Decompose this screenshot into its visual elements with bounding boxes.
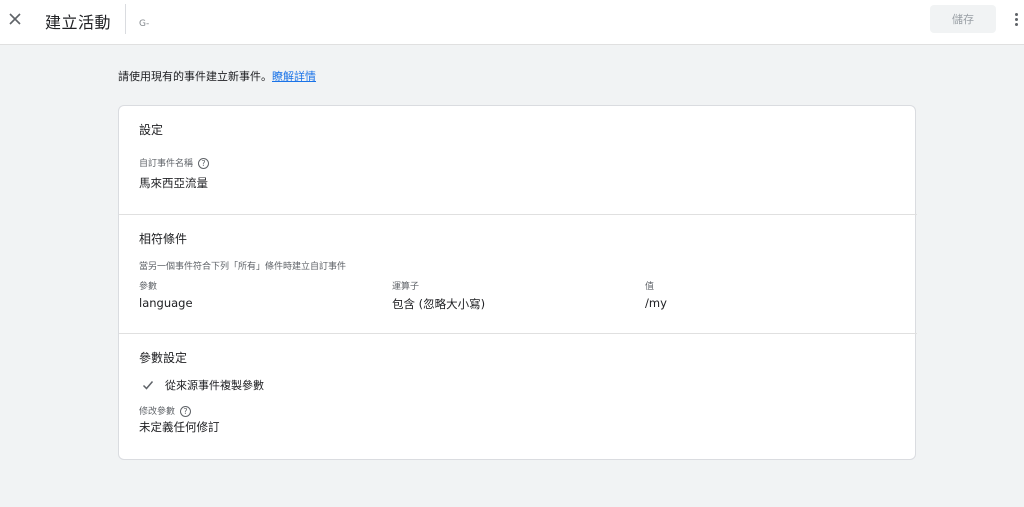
- settings-section-title: 設定: [139, 123, 164, 137]
- modify-params-label: 修改參數?: [139, 404, 192, 417]
- condition-parameter: language: [139, 296, 193, 310]
- section-divider: [119, 214, 917, 215]
- conditions-section-title: 相符條件: [139, 232, 188, 246]
- more-menu-button[interactable]: [1008, 8, 1024, 30]
- intro-description: 請使用現有的事件建立新事件。: [118, 70, 272, 83]
- event-name-label: 自訂事件名稱?: [139, 156, 210, 169]
- top-bar: 建立活動 G- 儲存: [0, 0, 1024, 45]
- copy-params-label: 從來源事件複製參數: [165, 379, 264, 392]
- learn-more-link[interactable]: 瞭解詳情: [272, 70, 316, 83]
- event-config-card: 設定 自訂事件名稱? 馬來西亞流量 相符條件 當另一個事件符合下列「所有」條件時…: [118, 105, 917, 460]
- close-icon: [9, 13, 21, 25]
- help-circle-icon[interactable]: ?: [180, 406, 192, 417]
- page-title: 建立活動: [45, 13, 112, 32]
- copy-params-option: 從來源事件複製參數: [141, 377, 264, 393]
- conditions-description: 當另一個事件符合下列「所有」條件時建立自訂事件: [139, 262, 347, 272]
- help-circle-icon[interactable]: ?: [198, 158, 210, 169]
- event-name-value: 馬來西亞流量: [139, 176, 208, 190]
- close-button[interactable]: [4, 8, 26, 30]
- header-divider: [125, 4, 126, 34]
- column-header-parameter: 參數: [139, 282, 158, 292]
- measurement-id: G-: [139, 19, 150, 29]
- condition-value: /my: [645, 296, 667, 310]
- check-icon: [141, 378, 155, 392]
- more-vert-icon: [1014, 12, 1018, 16]
- param-config-section-title: 參數設定: [139, 351, 188, 365]
- section-divider: [119, 333, 917, 334]
- save-button[interactable]: 儲存: [930, 5, 996, 33]
- intro-text: 請使用現有的事件建立新事件。瞭解詳情: [118, 68, 316, 84]
- column-header-operator: 運算子: [392, 282, 420, 292]
- modify-params-value: 未定義任何修訂: [139, 420, 220, 434]
- column-header-value: 值: [645, 282, 655, 292]
- condition-operator: 包含 (忽略大小寫): [392, 297, 486, 311]
